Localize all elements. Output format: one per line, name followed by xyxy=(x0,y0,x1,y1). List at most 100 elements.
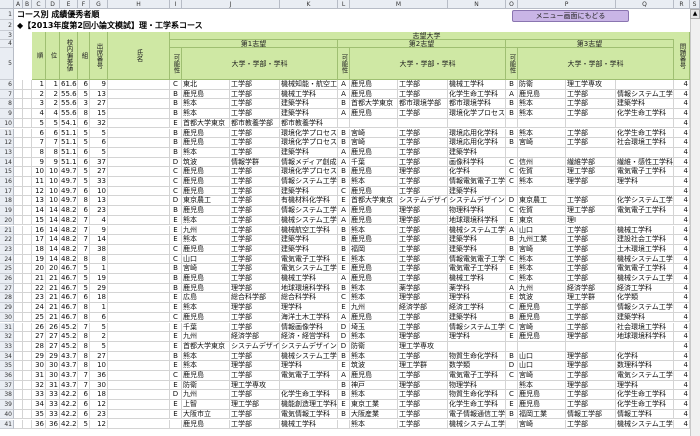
cell-faculty1[interactable]: 工学部 xyxy=(230,322,280,333)
cell-kanou2[interactable]: B xyxy=(338,380,350,391)
cell-seat[interactable]: 14 xyxy=(90,235,108,245)
cell-univ2[interactable]: 鹿児島 xyxy=(350,274,398,284)
cell-kanou2[interactable]: A xyxy=(338,312,350,323)
cell-rank[interactable]: 24 xyxy=(32,303,46,313)
cell-class[interactable]: 6 xyxy=(78,80,90,90)
row-header[interactable]: 1 xyxy=(0,9,14,20)
cell-faculty2[interactable]: 工学部 xyxy=(398,390,448,401)
cell-seat[interactable]: 12 xyxy=(90,400,108,410)
cell-kanou2[interactable]: B xyxy=(338,390,350,401)
row-header[interactable]: 36 xyxy=(0,371,14,381)
cell-faculty3[interactable]: 工学部 xyxy=(566,371,616,381)
cell-univ3[interactable]: 山口 xyxy=(518,361,566,371)
cell-position[interactable]: 27 xyxy=(46,332,60,342)
cell-position[interactable]: 14 xyxy=(46,215,60,226)
column-header-q[interactable]: Q xyxy=(616,0,674,9)
cell-problem[interactable]: 4 xyxy=(674,264,690,274)
cell-rank[interactable]: 17 xyxy=(32,235,46,245)
cell-kanou3[interactable]: A xyxy=(506,89,518,100)
cell-kanou1[interactable]: E xyxy=(170,361,182,371)
cell-kanou3[interactable]: C xyxy=(506,167,518,177)
cell-class[interactable]: 8 xyxy=(78,303,90,313)
cell-empty[interactable] xyxy=(23,419,32,430)
cell-position[interactable]: 9 xyxy=(46,157,60,168)
cell-class[interactable]: 6 xyxy=(78,147,90,158)
cell-kanou3[interactable] xyxy=(506,186,518,197)
cell-univ3[interactable]: 宮崎 xyxy=(518,244,566,255)
cell-empty[interactable] xyxy=(23,361,32,371)
cell-empty[interactable] xyxy=(14,167,23,177)
cell-univ3[interactable]: 佐賀 xyxy=(518,206,566,216)
cell-class[interactable]: 5 xyxy=(78,283,90,294)
cell-kanou2[interactable]: E xyxy=(338,196,350,207)
cell-faculty2[interactable]: 工学部 xyxy=(398,177,448,187)
cell-rank[interactable]: 20 xyxy=(32,264,46,274)
cell-empty[interactable] xyxy=(23,380,32,391)
cell-dept1[interactable]: 海洋土木工学科 xyxy=(280,312,338,323)
cell-empty[interactable] xyxy=(14,400,23,410)
cell-name[interactable] xyxy=(108,254,170,265)
cell-dept2[interactable]: 理学科 xyxy=(448,332,506,342)
cell-dept2[interactable]: 機械システム工学 xyxy=(448,225,506,236)
cell-position[interactable]: 27 xyxy=(46,341,60,352)
cell-univ2[interactable]: 神戸 xyxy=(350,380,398,391)
row-header[interactable]: 41 xyxy=(0,419,14,430)
cell-kanou3[interactable]: B xyxy=(506,128,518,139)
cell-empty[interactable] xyxy=(14,118,23,129)
cell-empty[interactable] xyxy=(23,341,32,352)
cell-rank[interactable]: 8 xyxy=(32,147,46,158)
cell-empty[interactable] xyxy=(14,186,23,197)
row-header[interactable]: 26 xyxy=(0,274,14,284)
cell-univ3[interactable]: 宮崎 xyxy=(518,419,566,430)
cell-class[interactable]: 5 xyxy=(78,419,90,430)
cell-empty[interactable] xyxy=(23,99,32,110)
cell-faculty1[interactable]: 工学部 xyxy=(230,254,280,265)
cell-class[interactable]: 7 xyxy=(78,215,90,226)
cell-kanou2[interactable]: E xyxy=(338,303,350,313)
row-header[interactable]: 38 xyxy=(0,390,14,401)
cell-univ3[interactable] xyxy=(518,118,566,129)
cell-position[interactable]: 21 xyxy=(46,303,60,313)
cell-rank[interactable]: 36 xyxy=(32,419,46,430)
cell-name[interactable] xyxy=(108,99,170,110)
cell-name[interactable] xyxy=(108,264,170,274)
cell-empty[interactable] xyxy=(14,235,23,245)
cell-faculty3[interactable]: 工学部 xyxy=(566,312,616,323)
cell-problem[interactable]: 4 xyxy=(674,332,690,342)
cell-problem[interactable]: 4 xyxy=(674,177,690,187)
cell-faculty3[interactable]: 理工学専攻 xyxy=(566,80,616,90)
cell-kanou3[interactable]: A xyxy=(506,283,518,294)
row-header[interactable]: 7 xyxy=(0,89,14,100)
cell-faculty2[interactable]: 都市環境学部 xyxy=(398,99,448,110)
cell-faculty2[interactable]: 理工学専攻 xyxy=(398,341,448,352)
cell-dept1[interactable]: 建築学科 xyxy=(280,99,338,110)
cell-univ1[interactable]: 鹿児島 xyxy=(182,371,230,381)
cell-position[interactable]: 2 xyxy=(46,99,60,110)
cell-univ1[interactable]: 千葉 xyxy=(182,322,230,333)
cell-rank[interactable]: 21 xyxy=(32,274,46,284)
cell-problem[interactable]: 4 xyxy=(674,274,690,284)
cell-univ3[interactable]: 熊本 xyxy=(518,99,566,110)
cell-univ1[interactable]: 九州 xyxy=(182,332,230,342)
cell-faculty2[interactable]: 理学部 xyxy=(398,215,448,226)
cell-univ3[interactable]: 山口 xyxy=(518,351,566,362)
cell-kanou1[interactable]: E xyxy=(170,225,182,236)
cell-name[interactable] xyxy=(108,138,170,148)
cell-univ3[interactable]: 宮崎 xyxy=(518,371,566,381)
cell-kanou2[interactable]: E xyxy=(338,400,350,410)
cell-name[interactable] xyxy=(108,293,170,304)
cell-score[interactable]: 46.7 xyxy=(60,293,78,304)
cell-dept1[interactable]: 建築学科 xyxy=(280,147,338,158)
cell-class[interactable]: 7 xyxy=(78,244,90,255)
cell-univ3[interactable]: 信州 xyxy=(518,157,566,168)
cell-score[interactable]: 48.2 xyxy=(60,225,78,236)
cell-univ1[interactable]: 広島 xyxy=(182,293,230,304)
cell-kanou2[interactable]: B xyxy=(338,128,350,139)
cell-faculty1[interactable]: 工学部 xyxy=(230,80,280,90)
cell-kanou1[interactable]: C xyxy=(170,186,182,197)
cell-score[interactable]: 48.2 xyxy=(60,254,78,265)
cell-empty[interactable] xyxy=(23,138,32,148)
cell-class[interactable]: 6 xyxy=(78,400,90,410)
cell-univ1[interactable]: 大阪市立 xyxy=(182,409,230,420)
cell-faculty2[interactable]: 工学部 xyxy=(398,264,448,274)
